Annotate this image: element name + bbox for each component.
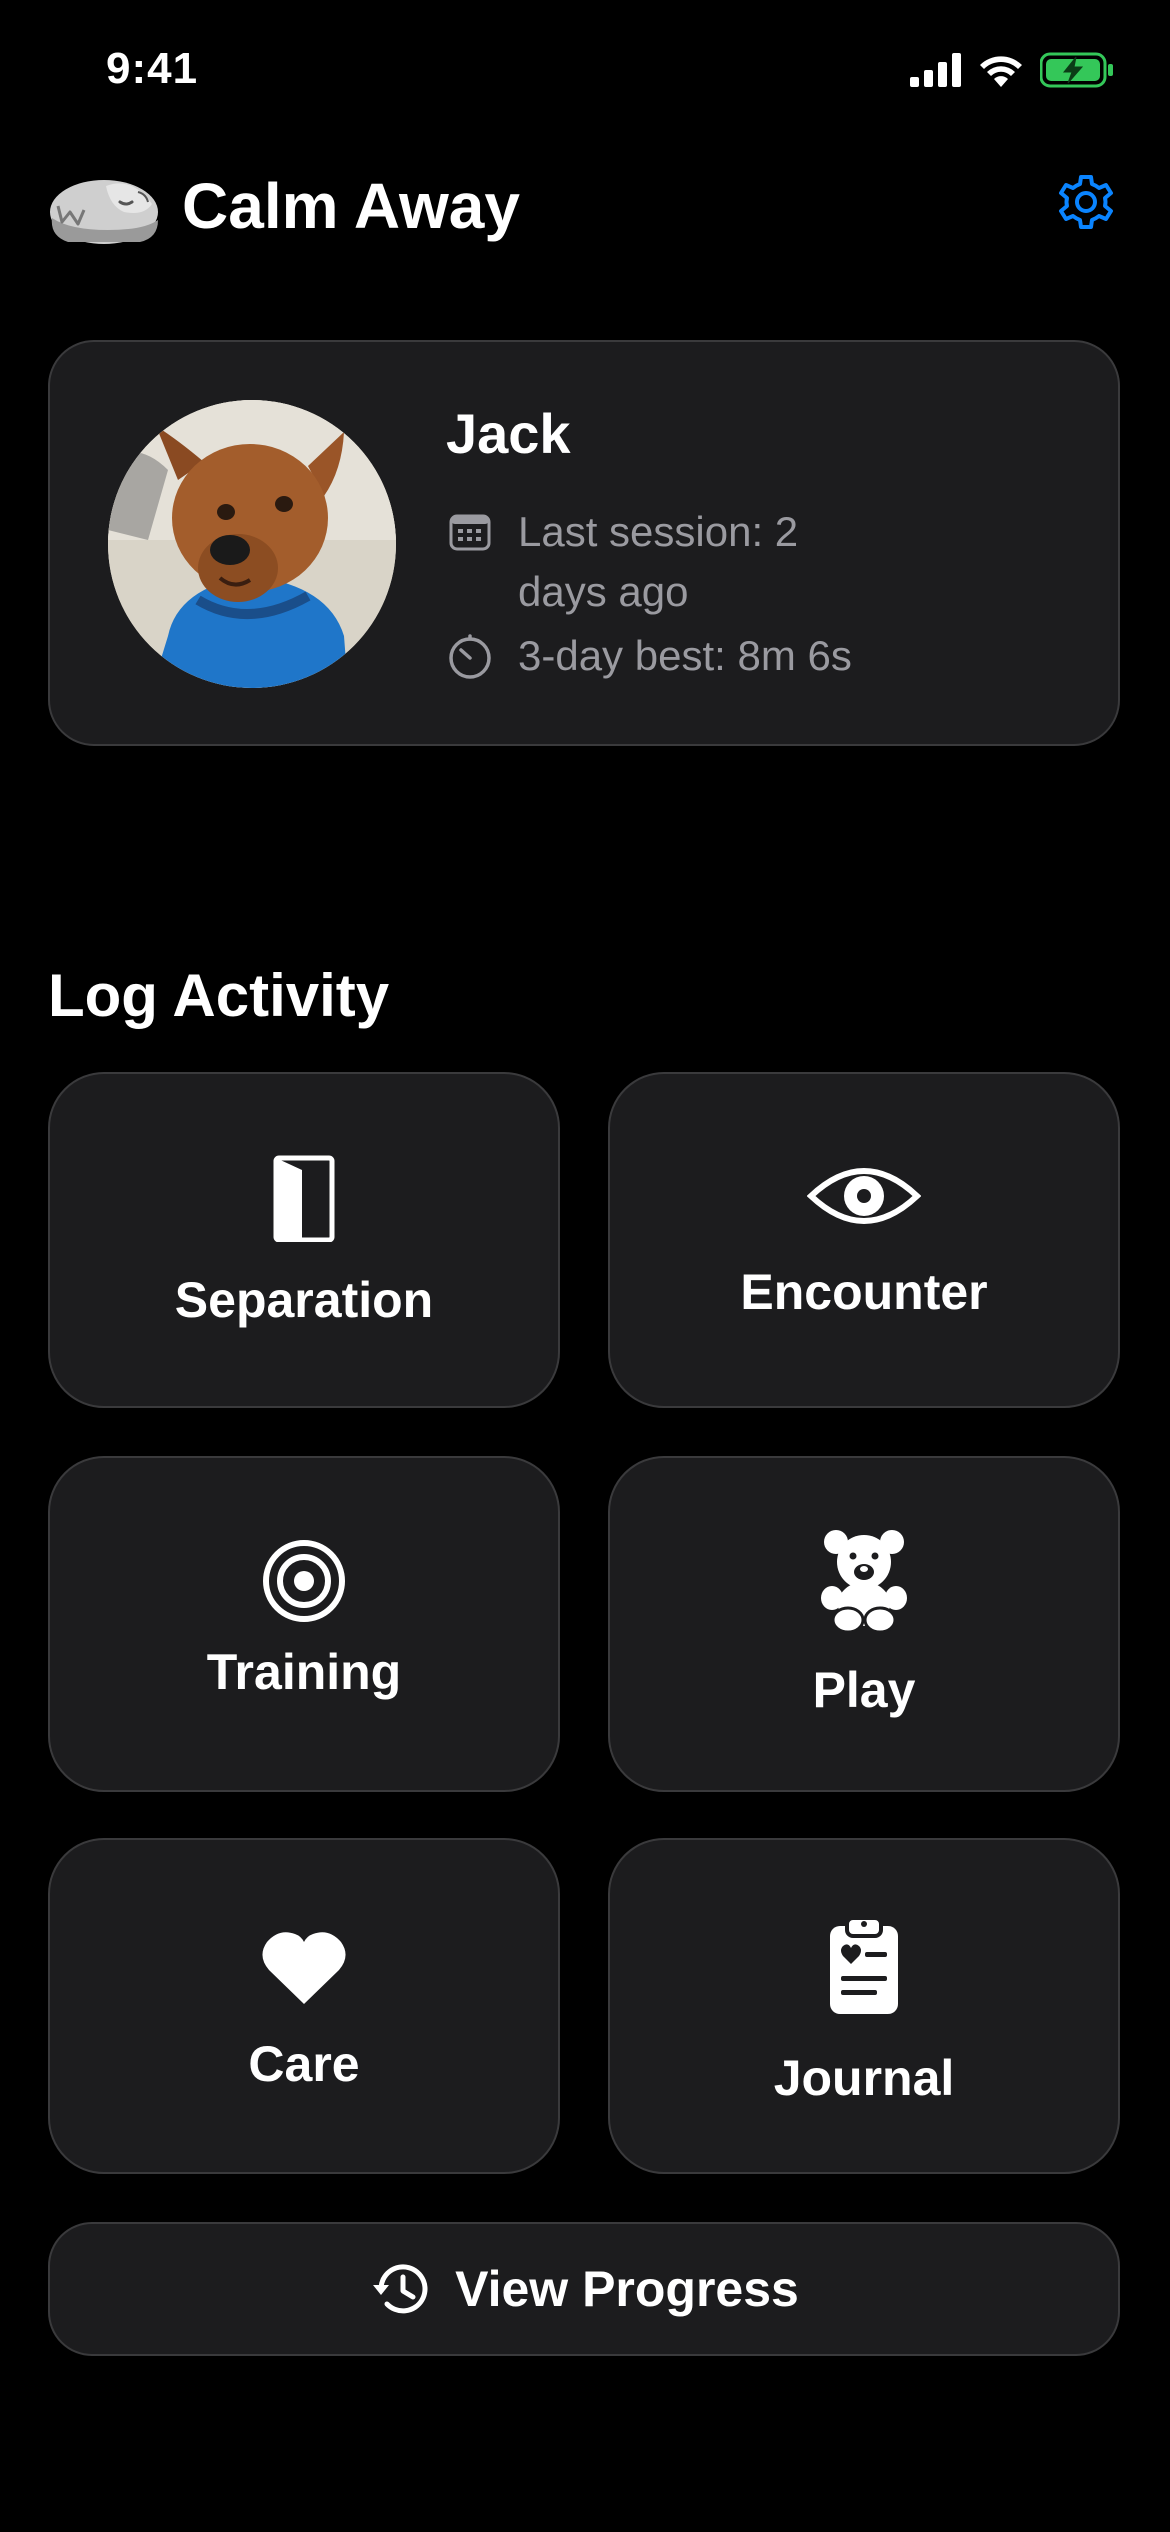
teddy-bear-icon [610,1528,1118,1632]
status-time: 9:41 [106,44,199,93]
history-clock-icon [369,2257,433,2321]
pet-profile-card[interactable]: Jack Last session: 2 days ago 3-day best… [48,340,1120,746]
care-tile[interactable]: Care [48,1838,560,2174]
dog-photo-avatar [108,400,396,688]
encounter-label: Encounter [740,1264,988,1320]
training-tile[interactable]: Training [48,1456,560,1792]
last-session-text: Last session: 2 days ago [518,508,799,615]
last-session-row: Last session: 2 days ago [446,502,846,622]
pet-name: Jack [446,402,571,465]
care-label: Care [248,2036,360,2092]
log-activity-title: Log Activity [48,962,390,1029]
journal-tile[interactable]: Journal [608,1838,1120,2174]
calendar-icon [446,502,494,562]
separation-label: Separation [174,1272,434,1328]
best-time-text: 3-day best: 8m 6s [518,632,852,679]
heart-icon [50,1928,558,2006]
separation-tile[interactable]: Separation [48,1072,560,1408]
status-icons [910,52,1114,93]
app-title: Calm Away [182,170,520,242]
play-label: Play [812,1662,916,1718]
encounter-tile[interactable]: Encounter [608,1072,1120,1408]
settings-button[interactable] [1050,168,1122,240]
target-icon [50,1538,558,1624]
best-time-row: 3-day best: 8m 6s [446,626,1006,686]
battery-charging-icon [1039,52,1114,93]
sleeping-dog-logo [48,166,160,246]
wifi-icon [978,53,1024,92]
cellular-signal-icon [910,53,962,92]
eye-icon [610,1160,1118,1232]
training-label: Training [206,1644,402,1700]
view-progress-label: View Progress [455,2261,799,2317]
door-icon [50,1154,558,1242]
status-bar: 9:41 [0,0,1170,150]
gear-icon [1054,170,1118,239]
clipboard-heart-icon [610,1914,1118,2016]
play-tile[interactable]: Play [608,1456,1120,1792]
app-header: Calm Away [48,160,1122,252]
journal-label: Journal [773,2050,955,2106]
view-progress-button[interactable]: View Progress [48,2222,1120,2356]
timer-icon [446,626,494,686]
